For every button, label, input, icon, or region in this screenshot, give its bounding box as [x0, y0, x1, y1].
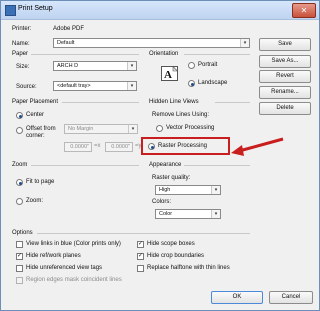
name-value: Default [57, 40, 75, 46]
vector-processing-label: Vector Processing [166, 125, 215, 131]
rename-button[interactable]: Rename... [259, 86, 311, 99]
zoom-heading: Zoom [12, 162, 28, 168]
view-links-blue-label: View links in blue (Color prints only) [26, 241, 121, 247]
raster-quality-label: Raster quality: [152, 175, 191, 181]
portrait-label: Portrait [198, 62, 218, 68]
offset-y-field[interactable]: 0.0000" [105, 142, 133, 152]
revert-button[interactable]: Revert [259, 70, 311, 83]
offset-radio[interactable] [16, 127, 23, 134]
zoom-radio[interactable] [16, 198, 23, 205]
svg-text:A: A [164, 69, 172, 81]
remove-lines-label: Remove Lines Using: [152, 112, 210, 118]
orientation-heading: Orientation [149, 51, 179, 57]
hide-unreferenced-tags-label: Hide unreferenced view tags [26, 265, 103, 271]
colors-value: Color [159, 211, 173, 217]
delete-button[interactable]: Delete [259, 102, 311, 115]
offset-x-label: =x [94, 143, 101, 149]
region-edges-checkbox[interactable] [16, 277, 23, 284]
save-as-button[interactable]: Save As... [259, 55, 311, 68]
landscape-page-icon: A [161, 66, 179, 81]
paper-heading: Paper [12, 51, 29, 57]
chevron-down-icon: ▾ [240, 39, 249, 47]
printer-label: Printer: [12, 26, 32, 32]
source-label: Source: [16, 84, 37, 90]
size-value: ARCH D [57, 63, 79, 69]
paper-divider [31, 54, 139, 55]
options-divider [37, 233, 250, 234]
orientation-divider [184, 54, 250, 55]
landscape-label: Landscape [198, 80, 228, 86]
print-setup-dialog: Print Setup ✕ Printer: Adobe PDF Name: D… [0, 0, 320, 311]
region-edges-label: Region edges mask coincident lines [26, 277, 122, 283]
hide-crop-boundaries-checkbox[interactable]: ✓ [137, 253, 144, 260]
app-icon [5, 5, 16, 16]
colors-label: Colors: [152, 199, 172, 205]
cancel-button[interactable]: Cancel [269, 291, 313, 304]
margin-dropdown[interactable]: No Margin ▾ [64, 124, 138, 134]
landscape-radio[interactable] [188, 80, 195, 87]
ok-button[interactable]: OK [211, 291, 263, 304]
red-arrow-annotation [231, 137, 284, 156]
chevron-down-icon: ▾ [127, 82, 136, 90]
size-dropdown[interactable]: ARCH D ▾ [53, 61, 137, 71]
source-value: <default tray> [57, 83, 91, 89]
chevron-down-icon: ▾ [211, 186, 220, 194]
center-radio[interactable] [16, 112, 23, 119]
raster-quality-dropdown[interactable]: High ▾ [155, 185, 221, 195]
hide-ref-planes-label: Hide ref/work planes [26, 253, 81, 259]
save-button[interactable]: Save [259, 38, 311, 51]
hide-ref-planes-checkbox[interactable]: ✓ [16, 253, 23, 260]
close-button[interactable]: ✕ [292, 3, 316, 18]
source-dropdown[interactable]: <default tray> ▾ [53, 81, 137, 91]
hide-crop-boundaries-label: Hide crop boundaries [147, 253, 205, 259]
view-links-blue-checkbox[interactable] [16, 241, 23, 248]
hide-unreferenced-tags-checkbox[interactable] [16, 265, 23, 272]
raster-quality-value: High [159, 187, 171, 193]
fit-to-page-label: Fit to page [26, 179, 55, 185]
hide-scope-boxes-checkbox[interactable]: ✓ [137, 241, 144, 248]
name-dropdown[interactable]: Default ▾ [53, 38, 250, 48]
offset-x-field[interactable]: 0.0000" [64, 142, 92, 152]
dialog-title: Print Setup [18, 5, 53, 12]
placement-divider [62, 102, 139, 103]
paper-placement-heading: Paper Placement [12, 99, 59, 105]
options-heading: Options [12, 230, 33, 236]
portrait-radio[interactable] [188, 62, 195, 69]
hide-scope-boxes-label: Hide scope boxes [147, 241, 195, 247]
hidden-line-heading: Hidden Line Views [149, 99, 199, 105]
center-label: Center [26, 112, 45, 118]
size-label: Size: [16, 64, 30, 70]
printer-value: Adobe PDF [53, 26, 85, 32]
colors-dropdown[interactable]: Color ▾ [155, 209, 221, 219]
vector-processing-radio[interactable] [156, 125, 163, 132]
appearance-divider [184, 165, 250, 166]
chevron-down-icon: ▾ [128, 125, 137, 133]
chevron-down-icon: ▾ [211, 210, 220, 218]
zoom-label: Zoom: [26, 198, 44, 204]
name-label: Name: [12, 41, 30, 47]
hidden-line-divider [215, 102, 250, 103]
title-bar: Print Setup ✕ [1, 1, 319, 20]
margin-value: No Margin [68, 126, 94, 132]
zoom-divider [31, 165, 139, 166]
fit-to-page-radio[interactable] [16, 179, 23, 186]
highlight-box [141, 137, 230, 155]
replace-halftone-checkbox[interactable] [137, 265, 144, 272]
chevron-down-icon: ▾ [127, 62, 136, 70]
appearance-heading: Appearance [149, 162, 182, 168]
offset-label: Offset from corner: [26, 126, 56, 139]
replace-halftone-label: Replace halftone with thin lines [147, 265, 230, 271]
